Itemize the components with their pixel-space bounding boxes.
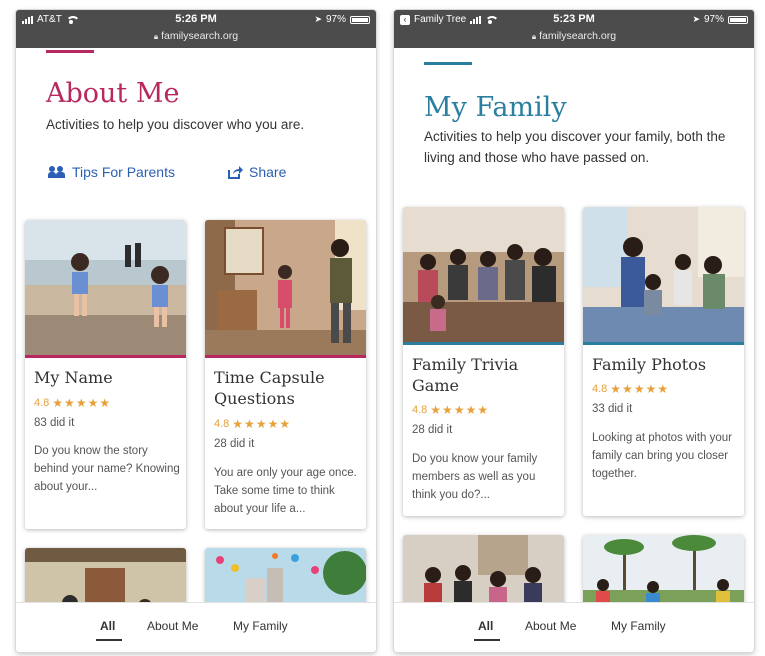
activity-card-partial[interactable]	[403, 535, 564, 602]
did-it-count: 28 did it	[412, 424, 453, 436]
page-title: My Family	[424, 92, 567, 123]
bottom-tab-bar: All About Me My Family	[394, 602, 754, 652]
card-accent-bar	[25, 355, 186, 358]
page-description: Activities to help you discover your fam…	[424, 129, 726, 165]
tips-label: Tips For Parents	[72, 164, 175, 180]
village-people-photo	[25, 548, 186, 602]
share-link[interactable]: Share	[227, 164, 286, 180]
activity-card-time-capsule[interactable]: Time Capsule Questions 4.8 ★★★★★ 28 did …	[205, 220, 366, 529]
card-accent-bar	[583, 342, 744, 345]
star-icons: ★★★★★	[232, 417, 292, 431]
tab-about-me[interactable]: About Me	[525, 619, 576, 633]
activity-card-family-photos[interactable]: Family Photos 4.8 ★★★★★ 33 did it Lookin…	[583, 207, 744, 516]
bottom-tab-bar: All About Me My Family	[16, 602, 376, 652]
card-title: Family Photos	[592, 355, 707, 374]
tab-all[interactable]: All	[100, 619, 115, 633]
card-title: My Name	[34, 368, 113, 387]
tab-all[interactable]: All	[478, 619, 493, 633]
page-content: About Me Activities to help you discover…	[16, 48, 376, 602]
url-text: familysearch.org	[539, 30, 617, 42]
activity-card-family-trivia[interactable]: Family Trivia Game 4.8 ★★★★★ 28 did it D…	[403, 207, 564, 516]
parents-icon	[48, 165, 66, 179]
star-icons: ★★★★★	[52, 396, 112, 410]
beach-children-photo	[25, 220, 186, 355]
card-rating: 4.8 ★★★★★	[412, 403, 489, 417]
card-description: Do you know the story behind your name? …	[34, 445, 180, 493]
rating-value: 4.8	[592, 383, 608, 395]
share-label: Share	[249, 164, 287, 180]
battery-percent: 97%	[703, 14, 724, 25]
address-bar[interactable]: 🔒︎ familysearch.org	[16, 30, 376, 42]
rating-value: 4.8	[214, 418, 230, 430]
status-bar: AT&T 5:26 PM ➤ 97% 🔒︎ familysearch.org	[16, 10, 376, 48]
title-accent-line	[46, 50, 94, 53]
card-accent-bar	[403, 342, 564, 345]
title-accent-line	[424, 62, 472, 65]
rating-value: 4.8	[34, 397, 50, 409]
card-title: Family Trivia Game	[412, 355, 519, 395]
phone-my-family: ‹ Family Tree 5:23 PM ➤ 97% 🔒︎ familysea…	[394, 10, 754, 652]
status-right: ➤ 97%	[692, 14, 748, 25]
card-rating: 4.8 ★★★★★	[34, 396, 111, 410]
family-gathering-photo	[403, 207, 564, 342]
dancing-kids-room-photo	[205, 220, 366, 355]
location-arrow-icon: ➤	[314, 14, 322, 24]
card-description: Looking at photos with your family can b…	[592, 432, 733, 480]
activity-card-my-name[interactable]: My Name 4.8 ★★★★★ 83 did it Do you know …	[25, 220, 186, 529]
tab-about-me[interactable]: About Me	[147, 619, 198, 633]
card-description: Do you know your family members as well …	[412, 453, 538, 501]
tab-my-family[interactable]: My Family	[611, 619, 666, 633]
tab-my-family[interactable]: My Family	[233, 619, 288, 633]
active-tab-indicator	[474, 639, 500, 641]
phone-about-me: AT&T 5:26 PM ➤ 97% 🔒︎ familysearch.org A…	[16, 10, 376, 652]
outdoor-group-photo	[583, 535, 744, 602]
battery-icon	[350, 15, 370, 24]
status-right: ➤ 97%	[314, 14, 370, 25]
url-text: familysearch.org	[161, 30, 239, 42]
page-content: My Family Activities to help you discove…	[394, 48, 754, 602]
screenshot-stage: AT&T 5:26 PM ➤ 97% 🔒︎ familysearch.org A…	[0, 0, 765, 656]
did-it-count: 28 did it	[214, 438, 255, 450]
location-arrow-icon: ➤	[692, 14, 700, 24]
activity-card-partial[interactable]	[583, 535, 744, 602]
address-bar[interactable]: 🔒︎ familysearch.org	[394, 30, 754, 42]
lock-icon: 🔒︎	[153, 32, 159, 41]
battery-percent: 97%	[325, 14, 346, 25]
celebration-photo	[205, 548, 366, 602]
family-looking-photos-photo	[583, 207, 744, 342]
share-icon	[227, 165, 243, 180]
card-accent-bar	[205, 355, 366, 358]
card-rating: 4.8 ★★★★★	[214, 417, 291, 431]
tips-for-parents-link[interactable]: Tips For Parents	[48, 164, 175, 180]
active-tab-indicator	[96, 639, 122, 641]
battery-icon	[728, 15, 748, 24]
star-icons: ★★★★★	[430, 403, 490, 417]
activity-card-partial[interactable]	[25, 548, 186, 602]
lock-icon: 🔒︎	[531, 32, 537, 41]
card-rating: 4.8 ★★★★★	[592, 382, 669, 396]
card-title: Time Capsule Questions	[214, 368, 325, 408]
did-it-count: 83 did it	[34, 417, 75, 429]
card-description: You are only your age once. Take some ti…	[214, 467, 357, 515]
rating-value: 4.8	[412, 404, 428, 416]
status-bar: ‹ Family Tree 5:23 PM ➤ 97% 🔒︎ familysea…	[394, 10, 754, 48]
activity-card-partial[interactable]	[205, 548, 366, 602]
did-it-count: 33 did it	[592, 403, 633, 415]
page-title: About Me	[46, 78, 180, 109]
family-group-photo	[403, 535, 564, 602]
page-description: Activities to help you discover who you …	[46, 117, 305, 132]
star-icons: ★★★★★	[610, 382, 670, 396]
